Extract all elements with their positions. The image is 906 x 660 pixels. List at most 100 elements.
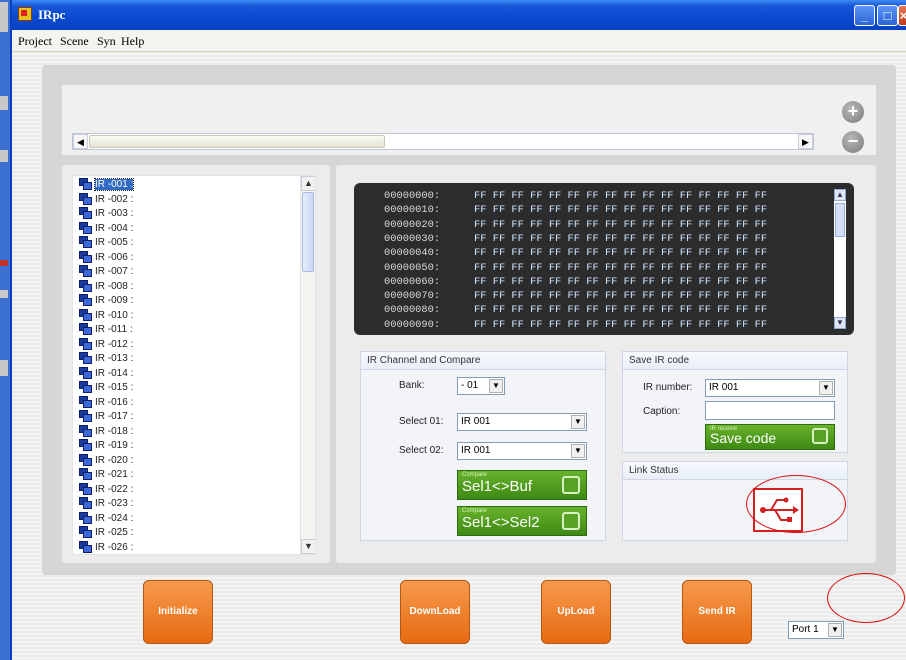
minimize-button[interactable]: _ (854, 5, 875, 26)
list-item[interactable]: IR -009 : (79, 294, 133, 308)
zoom-out-minus-icon[interactable]: − (842, 131, 864, 153)
hex-bytes: FF FF FF FF FF FF FF FF FF FF FF FF FF F… (474, 204, 768, 217)
chevron-down-icon[interactable]: ▼ (571, 444, 585, 458)
list-item-label: IR -001 : (93, 178, 135, 191)
list-item[interactable]: IR -002 : (79, 192, 134, 207)
scroll-up-icon[interactable]: ▲ (301, 176, 315, 191)
chevron-down-icon[interactable]: ▼ (828, 623, 842, 637)
hex-scroll-up-icon[interactable]: ▲ (834, 189, 846, 201)
bank-select[interactable]: - 01 ▼ (457, 377, 505, 395)
list-item-label: IR -002 : (95, 193, 134, 205)
list-vertical-scrollbar[interactable]: ▲ ▼ (300, 176, 315, 554)
list-item[interactable]: IR -021 : (79, 468, 133, 482)
ir-channel-icon (79, 192, 92, 205)
maximize-button[interactable]: □ (877, 5, 898, 26)
ir-channel-icon (79, 236, 92, 248)
chevron-down-icon[interactable]: ▼ (489, 379, 503, 393)
hex-row: 00000060: FF FF FF FF FF FF FF FF FF FF F… (384, 276, 767, 290)
select01-value: IR 001 (461, 416, 491, 427)
save-code-button[interactable]: IR receive Save code (705, 424, 835, 450)
ir-list[interactable]: IR -027 :IR -026 :IR -025 :IR -024 :IR -… (72, 175, 316, 555)
download-button[interactable]: DownLoad (400, 580, 470, 644)
title-bar[interactable]: IRpc _ □ × (12, 0, 906, 30)
ir-channel-icon (79, 526, 92, 538)
chevron-down-icon[interactable]: ▼ (819, 381, 833, 395)
list-item[interactable]: IR -015 : (79, 381, 133, 395)
list-item[interactable]: IR -005 : (79, 236, 133, 250)
client-area: ◀ ▶ + − IR -027 :IR -026 :IR -025 :IR -0… (12, 53, 906, 660)
list-item[interactable]: IR -007 : (79, 265, 133, 279)
list-item[interactable]: IR -014 : (79, 366, 134, 381)
list-item[interactable]: IR -025 : (79, 526, 133, 540)
compare-sel1-buf-button[interactable]: Compare Sel1<>Buf (457, 470, 587, 500)
list-item[interactable]: IR -001 : (79, 178, 135, 192)
port-select[interactable]: Port 1 ▼ (788, 621, 844, 639)
checkbox-square-icon (562, 512, 580, 530)
hex-bytes: FF FF FF FF FF FF FF FF FF FF FF FF FF F… (474, 290, 768, 303)
select02-combo[interactable]: IR 001 ▼ (457, 442, 587, 460)
compare-sel1-sel2-label: Sel1<>Sel2 (462, 514, 540, 531)
ir-channel-icon (79, 207, 92, 219)
list-scroll-thumb[interactable] (302, 192, 314, 272)
ir-channel-icon (79, 424, 92, 437)
menu-project[interactable]: Project (18, 34, 52, 49)
initialize-button[interactable]: Initialize (143, 580, 213, 644)
hex-row: 00000010: FF FF FF FF FF FF FF FF FF FF F… (384, 204, 767, 218)
caption-label: Caption: (643, 406, 681, 417)
close-button[interactable]: × (898, 5, 906, 26)
list-item-label: IR -016 : (95, 396, 134, 408)
hex-row: 00000000: FF FF FF FF FF FF FF FF FF FF F… (384, 190, 767, 204)
ir-channel-icon (79, 294, 92, 306)
list-item[interactable]: IR -020 : (79, 453, 133, 468)
list-item-label: IR -022 : (95, 483, 134, 495)
chevron-down-icon[interactable]: ▼ (571, 415, 585, 429)
list-item-label: IR -011 : (95, 324, 133, 335)
menu-syn[interactable]: Syn (97, 34, 116, 49)
list-item[interactable]: IR -010 : (79, 308, 133, 323)
list-item[interactable]: IR -023 : (79, 497, 133, 511)
hex-scroll-down-icon[interactable]: ▼ (834, 317, 846, 329)
ir-number-combo[interactable]: IR 001 ▼ (705, 379, 835, 397)
hex-dump-view[interactable]: ▲ ▼ 00000000: FF FF FF FF FF FF FF FF FF … (354, 183, 854, 335)
compare-sel1-sel2-button[interactable]: Compare Sel1<>Sel2 (457, 506, 587, 536)
list-item[interactable]: IR -008 : (79, 279, 134, 294)
list-item-label: IR -025 : (95, 527, 134, 538)
upload-button[interactable]: UpLoad (541, 580, 611, 644)
list-item[interactable]: IR -013 : (79, 352, 133, 366)
list-item-label: IR -013 : (95, 353, 134, 364)
app-window: IRpc _ □ × Project Scene Syn Help ◀ ▶ + … (10, 0, 906, 660)
scroll-thumb[interactable] (89, 135, 385, 148)
send-ir-button[interactable]: Send IR (682, 580, 752, 644)
list-item[interactable]: IR -003 : (79, 207, 133, 221)
hex-scroll-thumb[interactable] (835, 203, 845, 237)
list-item[interactable]: IR -018 : (79, 424, 133, 439)
select01-combo[interactable]: IR 001 ▼ (457, 413, 587, 431)
list-item-label: IR -007 : (95, 266, 134, 277)
list-item[interactable]: IR -026 : (79, 540, 133, 555)
hex-bytes: FF FF FF FF FF FF FF FF FF FF FF FF FF F… (474, 304, 768, 317)
scroll-left-icon[interactable]: ◀ (73, 134, 88, 149)
list-item[interactable]: IR -004 : (79, 221, 133, 236)
list-item[interactable]: IR -006 : (79, 250, 133, 265)
list-item[interactable]: IR -022 : (79, 482, 134, 497)
zoom-in-plus-icon[interactable]: + (842, 101, 864, 123)
list-item[interactable]: IR -016 : (79, 395, 134, 410)
list-item[interactable]: IR -019 : (79, 439, 133, 453)
caption-input[interactable] (705, 401, 835, 420)
horizontal-scrollbar[interactable]: ◀ ▶ (72, 133, 814, 150)
menu-scene[interactable]: Scene (60, 34, 89, 49)
hex-vertical-scrollbar[interactable]: ▲ ▼ (834, 189, 846, 329)
hex-bytes: FF FF FF FF FF FF FF FF FF FF FF FF FF F… (474, 275, 768, 288)
ir-detail-panel: ▲ ▼ 00000000: FF FF FF FF FF FF FF FF FF … (336, 165, 876, 563)
menu-help[interactable]: Help (121, 34, 144, 49)
list-item-label: IR -008 : (95, 280, 134, 292)
list-item[interactable]: IR -012 : (79, 337, 133, 352)
list-item[interactable]: IR -024 : (79, 511, 133, 526)
window-title: IRpc (38, 7, 66, 22)
ir-channel-icon (79, 308, 92, 321)
list-item[interactable]: IR -011 : (79, 323, 133, 337)
list-item-label: IR -014 : (95, 367, 134, 379)
scroll-down-icon[interactable]: ▼ (301, 539, 315, 554)
scroll-right-icon[interactable]: ▶ (798, 134, 813, 149)
list-item[interactable]: IR -017 : (79, 410, 133, 424)
